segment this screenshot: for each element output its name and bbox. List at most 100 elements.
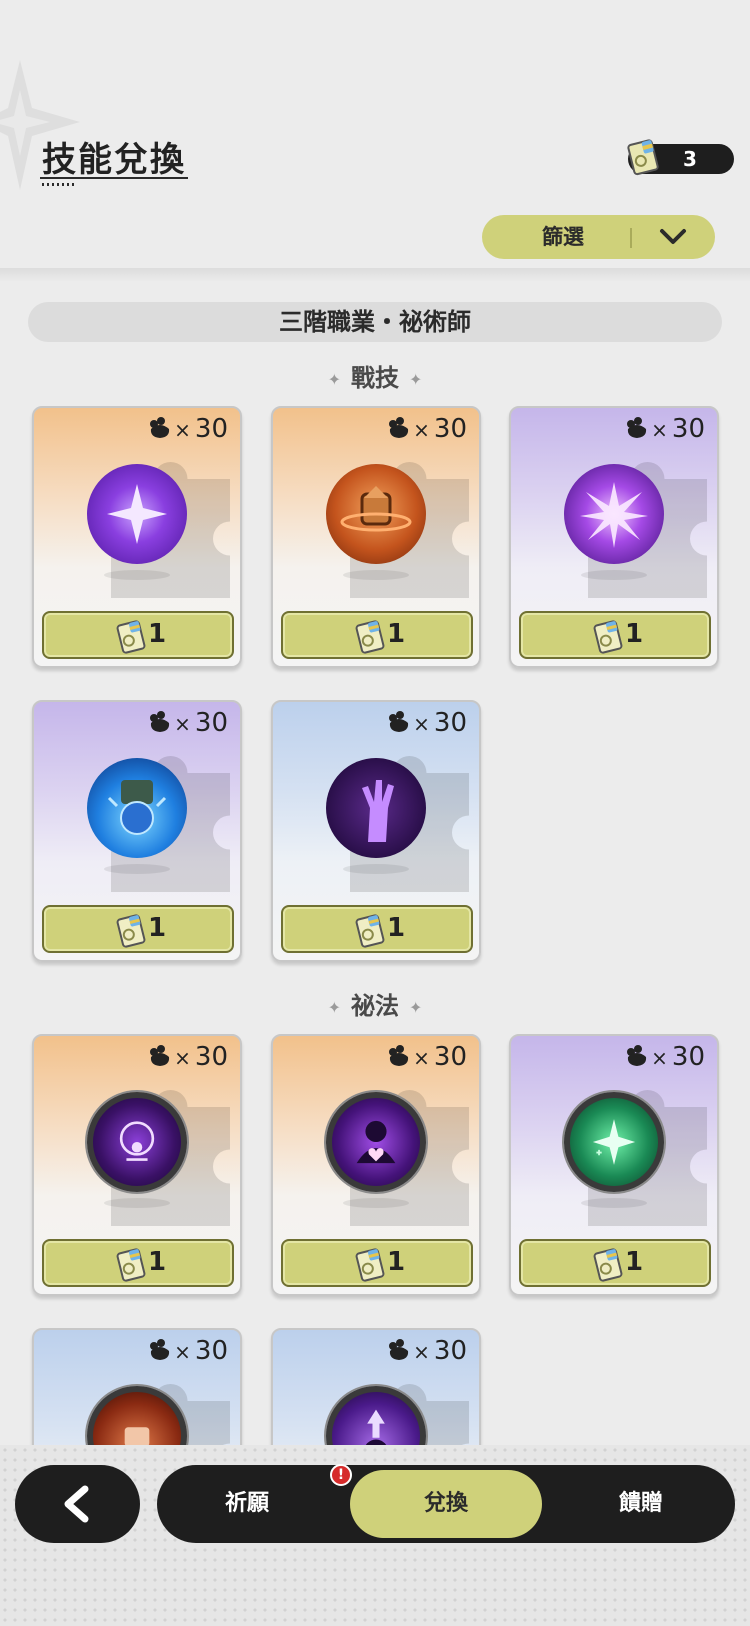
paw-icon [389, 1045, 409, 1066]
cost-value: 30 [671, 414, 705, 444]
ticket-cost: 1 [387, 619, 406, 649]
orb-shadow [343, 570, 409, 580]
header-divider [0, 268, 750, 282]
exchange-button[interactable]: 1 [281, 611, 473, 659]
orange-totem-orb-icon [326, 464, 426, 564]
green-sparkle-orb-icon [564, 1092, 664, 1192]
section-heading-arcane: ✦ 祕法 ✦ [0, 986, 750, 1021]
cost-value: 30 [194, 1042, 228, 1072]
ticket-cost: 1 [387, 913, 406, 943]
paw-icon [389, 417, 409, 438]
purple-hand-orb-icon [326, 758, 426, 858]
skill-ticket-icon [116, 620, 146, 654]
skill-card[interactable]: × 30 1 [32, 1034, 242, 1296]
paw-icon [389, 1339, 409, 1360]
back-button[interactable] [15, 1465, 140, 1543]
multiplier-sign: × [413, 712, 430, 736]
sparkle-icon: ✦ [327, 997, 341, 1017]
filter-dropdown-button[interactable]: 篩選 [482, 215, 715, 259]
skill-card[interactable]: × 30 1 [509, 1034, 719, 1296]
skill-card[interactable]: × 30 1 [32, 406, 242, 668]
multiplier-sign: × [651, 418, 668, 442]
skill-ticket-icon [355, 1248, 385, 1282]
sparkle-icon: ✦ [409, 369, 423, 389]
exchange-button[interactable]: 1 [42, 1239, 234, 1287]
skill-point-cost: × 30 [387, 1042, 467, 1072]
arcane-eye-orb-icon [87, 1092, 187, 1192]
blue-spirit-orb-icon [87, 758, 187, 858]
paw-icon [627, 417, 647, 438]
ticket-cost: 1 [625, 1247, 644, 1277]
paw-icon [150, 711, 170, 732]
skill-ticket-icon [355, 914, 385, 948]
multiplier-sign: × [651, 1046, 668, 1070]
multiplier-sign: × [174, 418, 191, 442]
multiplier-sign: × [174, 712, 191, 736]
skill-glyph [107, 484, 167, 544]
paw-icon [150, 417, 170, 438]
skill-card[interactable]: × 30 1 [509, 406, 719, 668]
back-arrow-icon [64, 1485, 89, 1523]
ticket-cost: 1 [387, 1247, 406, 1277]
purple-star-orb-icon [87, 464, 187, 564]
paw-icon [150, 1339, 170, 1360]
cost-value: 30 [194, 414, 228, 444]
title-underline [40, 177, 188, 179]
class-banner: 三階職業・祕術師 [28, 302, 722, 342]
exchange-button[interactable]: 1 [42, 611, 234, 659]
skill-card[interactable]: × 30 1 [32, 700, 242, 962]
exchange-button[interactable]: 1 [281, 905, 473, 953]
orb-shadow [104, 1198, 170, 1208]
skill-glyph [362, 780, 394, 842]
skill-ticket-icon [355, 620, 385, 654]
multiplier-sign: × [413, 1340, 430, 1364]
orb-shadow [343, 1198, 409, 1208]
exchange-button[interactable]: 1 [519, 1239, 711, 1287]
filter-separator [630, 228, 632, 248]
skill-point-cost: × 30 [387, 1336, 467, 1366]
skill-glyph [592, 1119, 636, 1165]
skill-ticket-icon [116, 914, 146, 948]
alert-badge: ! [330, 1464, 352, 1486]
skill-point-cost: × 30 [387, 708, 467, 738]
sparkle-icon: ✦ [409, 997, 423, 1017]
orb-shadow [581, 570, 647, 580]
cost-value: 30 [671, 1042, 705, 1072]
orb-shadow [104, 864, 170, 874]
tab-exchange[interactable]: 兌換 [350, 1470, 542, 1538]
orb-shadow [343, 864, 409, 874]
ticket-count: 3 [683, 147, 697, 171]
skill-point-cost: × 30 [387, 414, 467, 444]
orb-shadow [581, 1198, 647, 1208]
skill-card[interactable]: × 30 1 [271, 700, 481, 962]
skill-card[interactable]: × 30 1 [271, 1034, 481, 1296]
exchange-button[interactable]: 1 [519, 611, 711, 659]
cost-value: 30 [433, 1336, 467, 1366]
skill-glyph [119, 1121, 155, 1161]
skill-point-cost: × 30 [148, 708, 228, 738]
exchange-button[interactable]: 1 [42, 905, 234, 953]
ticket-cost: 1 [625, 619, 644, 649]
skill-glyph [107, 780, 167, 835]
skill-glyph [356, 1120, 396, 1164]
paw-icon [150, 1045, 170, 1066]
ticket-cost: 1 [148, 619, 167, 649]
cost-value: 30 [433, 414, 467, 444]
multiplier-sign: × [174, 1340, 191, 1364]
title-dots-decoration [42, 183, 74, 186]
multiplier-sign: × [174, 1046, 191, 1070]
skill-glyph [580, 482, 648, 548]
ticket-cost: 1 [148, 913, 167, 943]
tab-gift[interactable]: 饋贈 [547, 1465, 735, 1543]
section-title: 戰技 [351, 364, 399, 392]
filter-label: 篩選 [542, 225, 584, 249]
cost-value: 30 [194, 708, 228, 738]
page-title: 技能兌換 [42, 140, 186, 180]
tab-wish[interactable]: 祈願 [157, 1465, 337, 1543]
cost-value: 30 [194, 1336, 228, 1366]
paw-icon [627, 1045, 647, 1066]
multiplier-sign: × [413, 418, 430, 442]
section-title: 祕法 [351, 992, 399, 1020]
skill-card[interactable]: × 30 1 [271, 406, 481, 668]
exchange-button[interactable]: 1 [281, 1239, 473, 1287]
